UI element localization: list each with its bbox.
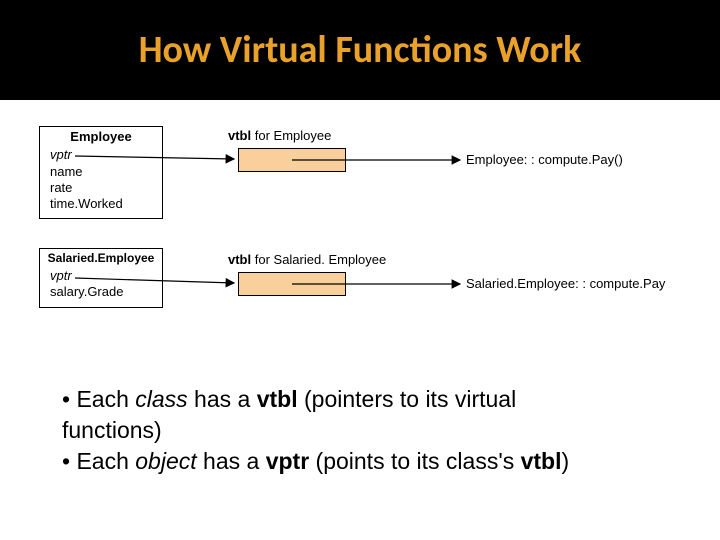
bullet-1-vtbl-bold: vtbl (257, 386, 298, 412)
salaried-box: Salaried.Employee vptr salary.Grade (39, 248, 163, 308)
salaried-vtbl-box (238, 272, 346, 296)
employee-box-body: vptr name rate time.Worked (40, 145, 162, 218)
bullet-2-mid: has a (197, 448, 266, 474)
employee-field-rate: rate (50, 180, 154, 196)
bullet-2-end: ) (562, 448, 570, 474)
employee-box-header: Employee (40, 127, 162, 145)
bullet-1-pre: • Each (62, 386, 135, 412)
slide-title: How Virtual Functions Work (139, 27, 582, 73)
employee-vtbl-label: vtbl for Employee (228, 128, 331, 143)
salaried-box-header: Salaried.Employee (40, 249, 162, 266)
employee-vptr-field: vptr (50, 147, 154, 163)
bullet-1-mid: has a (188, 386, 257, 412)
bullet-1-post: (pointers to its virtual (298, 386, 517, 412)
salaried-fn-label: Salaried.Employee: : compute.Pay (466, 276, 665, 291)
salaried-vtbl-label: vtbl for Salaried. Employee (228, 252, 386, 267)
bullet-2-vtbl-bold: vtbl (521, 448, 562, 474)
bullet-2-post: (points to its class's (309, 448, 520, 474)
employee-field-timeworked: time.Worked (50, 196, 154, 212)
bullet-1-line2: functions) (62, 415, 672, 446)
bullet-block: • Each class has a vtbl (pointers to its… (62, 384, 672, 477)
employee-vtbl-label-bold: vtbl (228, 128, 251, 143)
bullet-2-line1: • Each object has a vptr (points to its … (62, 446, 672, 477)
employee-box: Employee vptr name rate time.Worked (39, 126, 163, 219)
employee-vtbl-box (238, 148, 346, 172)
salaried-field-salarygrade: salary.Grade (50, 284, 154, 300)
salaried-box-body: vptr salary.Grade (40, 266, 162, 307)
employee-vtbl-label-rest: for Employee (251, 128, 331, 143)
title-bar: How Virtual Functions Work (0, 0, 720, 100)
bullet-1-line1: • Each class has a vtbl (pointers to its… (62, 384, 672, 415)
bullet-2-pre: • Each (62, 448, 135, 474)
employee-fn-label: Employee: : compute.Pay() (466, 152, 623, 167)
salaried-vptr-field: vptr (50, 268, 154, 284)
bullet-2-vptr-bold: vptr (266, 448, 309, 474)
bullet-2-object-italic: object (135, 448, 196, 474)
bullet-1-class-italic: class (135, 386, 187, 412)
salaried-vtbl-label-rest: for Salaried. Employee (251, 252, 386, 267)
salaried-vtbl-label-bold: vtbl (228, 252, 251, 267)
employee-field-name: name (50, 164, 154, 180)
